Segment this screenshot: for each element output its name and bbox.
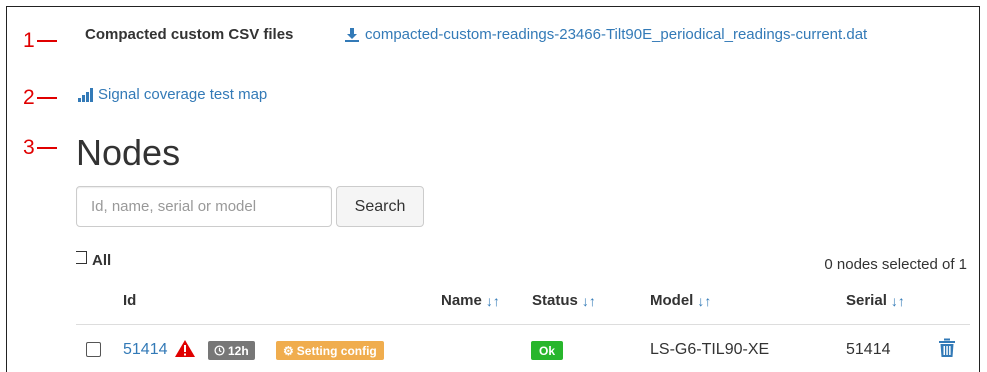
last-seen-badge: 12h bbox=[208, 341, 255, 360]
csv-files-label: Compacted custom CSV files bbox=[85, 26, 294, 43]
column-header-status[interactable]: Status ↓↑ bbox=[532, 291, 596, 311]
select-all-checkbox[interactable] bbox=[76, 251, 87, 264]
selection-count: 0 nodes selected of 1 bbox=[824, 256, 967, 273]
annotation-marker-3: 3 bbox=[23, 137, 57, 158]
column-header-label: Id bbox=[123, 292, 137, 309]
marker-dash bbox=[36, 96, 57, 99]
column-header-name[interactable]: Name ↓↑ bbox=[441, 291, 500, 311]
setting-config-badge-text: Setting config bbox=[296, 343, 377, 358]
csv-download-filename: compacted-custom-readings-23466-Tilt90E_… bbox=[365, 26, 868, 43]
search-input[interactable] bbox=[76, 186, 332, 227]
warning-icon bbox=[175, 340, 195, 357]
trash-icon[interactable] bbox=[938, 338, 956, 358]
column-header-serial[interactable]: Serial ↓↑ bbox=[846, 291, 905, 311]
signal-coverage-label: Signal coverage test map bbox=[98, 86, 268, 103]
download-icon bbox=[345, 28, 359, 42]
marker-number: 2 bbox=[23, 86, 35, 109]
annotation-marker-1: 1 bbox=[23, 30, 57, 51]
row-checkbox[interactable] bbox=[86, 342, 101, 357]
csv-download-link[interactable]: compacted-custom-readings-23466-Tilt90E_… bbox=[344, 25, 867, 45]
sort-arrows-icon[interactable]: ↓↑ bbox=[486, 291, 500, 311]
column-header-label: Model bbox=[650, 292, 694, 309]
clock-icon bbox=[214, 345, 225, 356]
column-header-label: Name bbox=[441, 292, 482, 309]
last-seen-badge-text: 12h bbox=[228, 343, 249, 358]
node-model: LS-G6-TIL90-XE bbox=[650, 341, 770, 358]
signal-bars-icon bbox=[78, 88, 93, 102]
select-all-label: All bbox=[92, 252, 112, 269]
node-id-link[interactable]: 51414 bbox=[123, 340, 168, 360]
status-badge: Ok bbox=[531, 341, 564, 360]
column-header-model[interactable]: Model ↓↑ bbox=[650, 291, 711, 311]
setting-config-badge: ⚙ Setting config bbox=[276, 341, 384, 360]
signal-coverage-link[interactable]: Signal coverage test map bbox=[78, 85, 267, 105]
node-serial: 51414 bbox=[846, 341, 891, 358]
table-header-divider bbox=[76, 324, 970, 325]
sort-arrows-icon[interactable]: ↓↑ bbox=[582, 291, 596, 311]
marker-number: 3 bbox=[23, 136, 35, 159]
column-header-label: Status bbox=[532, 292, 578, 309]
column-header-label: Serial bbox=[846, 292, 887, 309]
annotation-marker-2: 2 bbox=[23, 87, 57, 108]
marker-dash bbox=[36, 39, 57, 42]
marker-number: 1 bbox=[23, 29, 35, 52]
marker-dash bbox=[36, 146, 57, 149]
sort-arrows-icon[interactable]: ↓↑ bbox=[891, 291, 905, 311]
search-button[interactable]: Search bbox=[336, 186, 424, 227]
gear-icon: ⚙ bbox=[283, 343, 294, 358]
page-title: Nodes bbox=[76, 132, 181, 173]
sort-arrows-icon[interactable]: ↓↑ bbox=[697, 291, 711, 311]
column-header-id[interactable]: Id bbox=[123, 291, 136, 311]
